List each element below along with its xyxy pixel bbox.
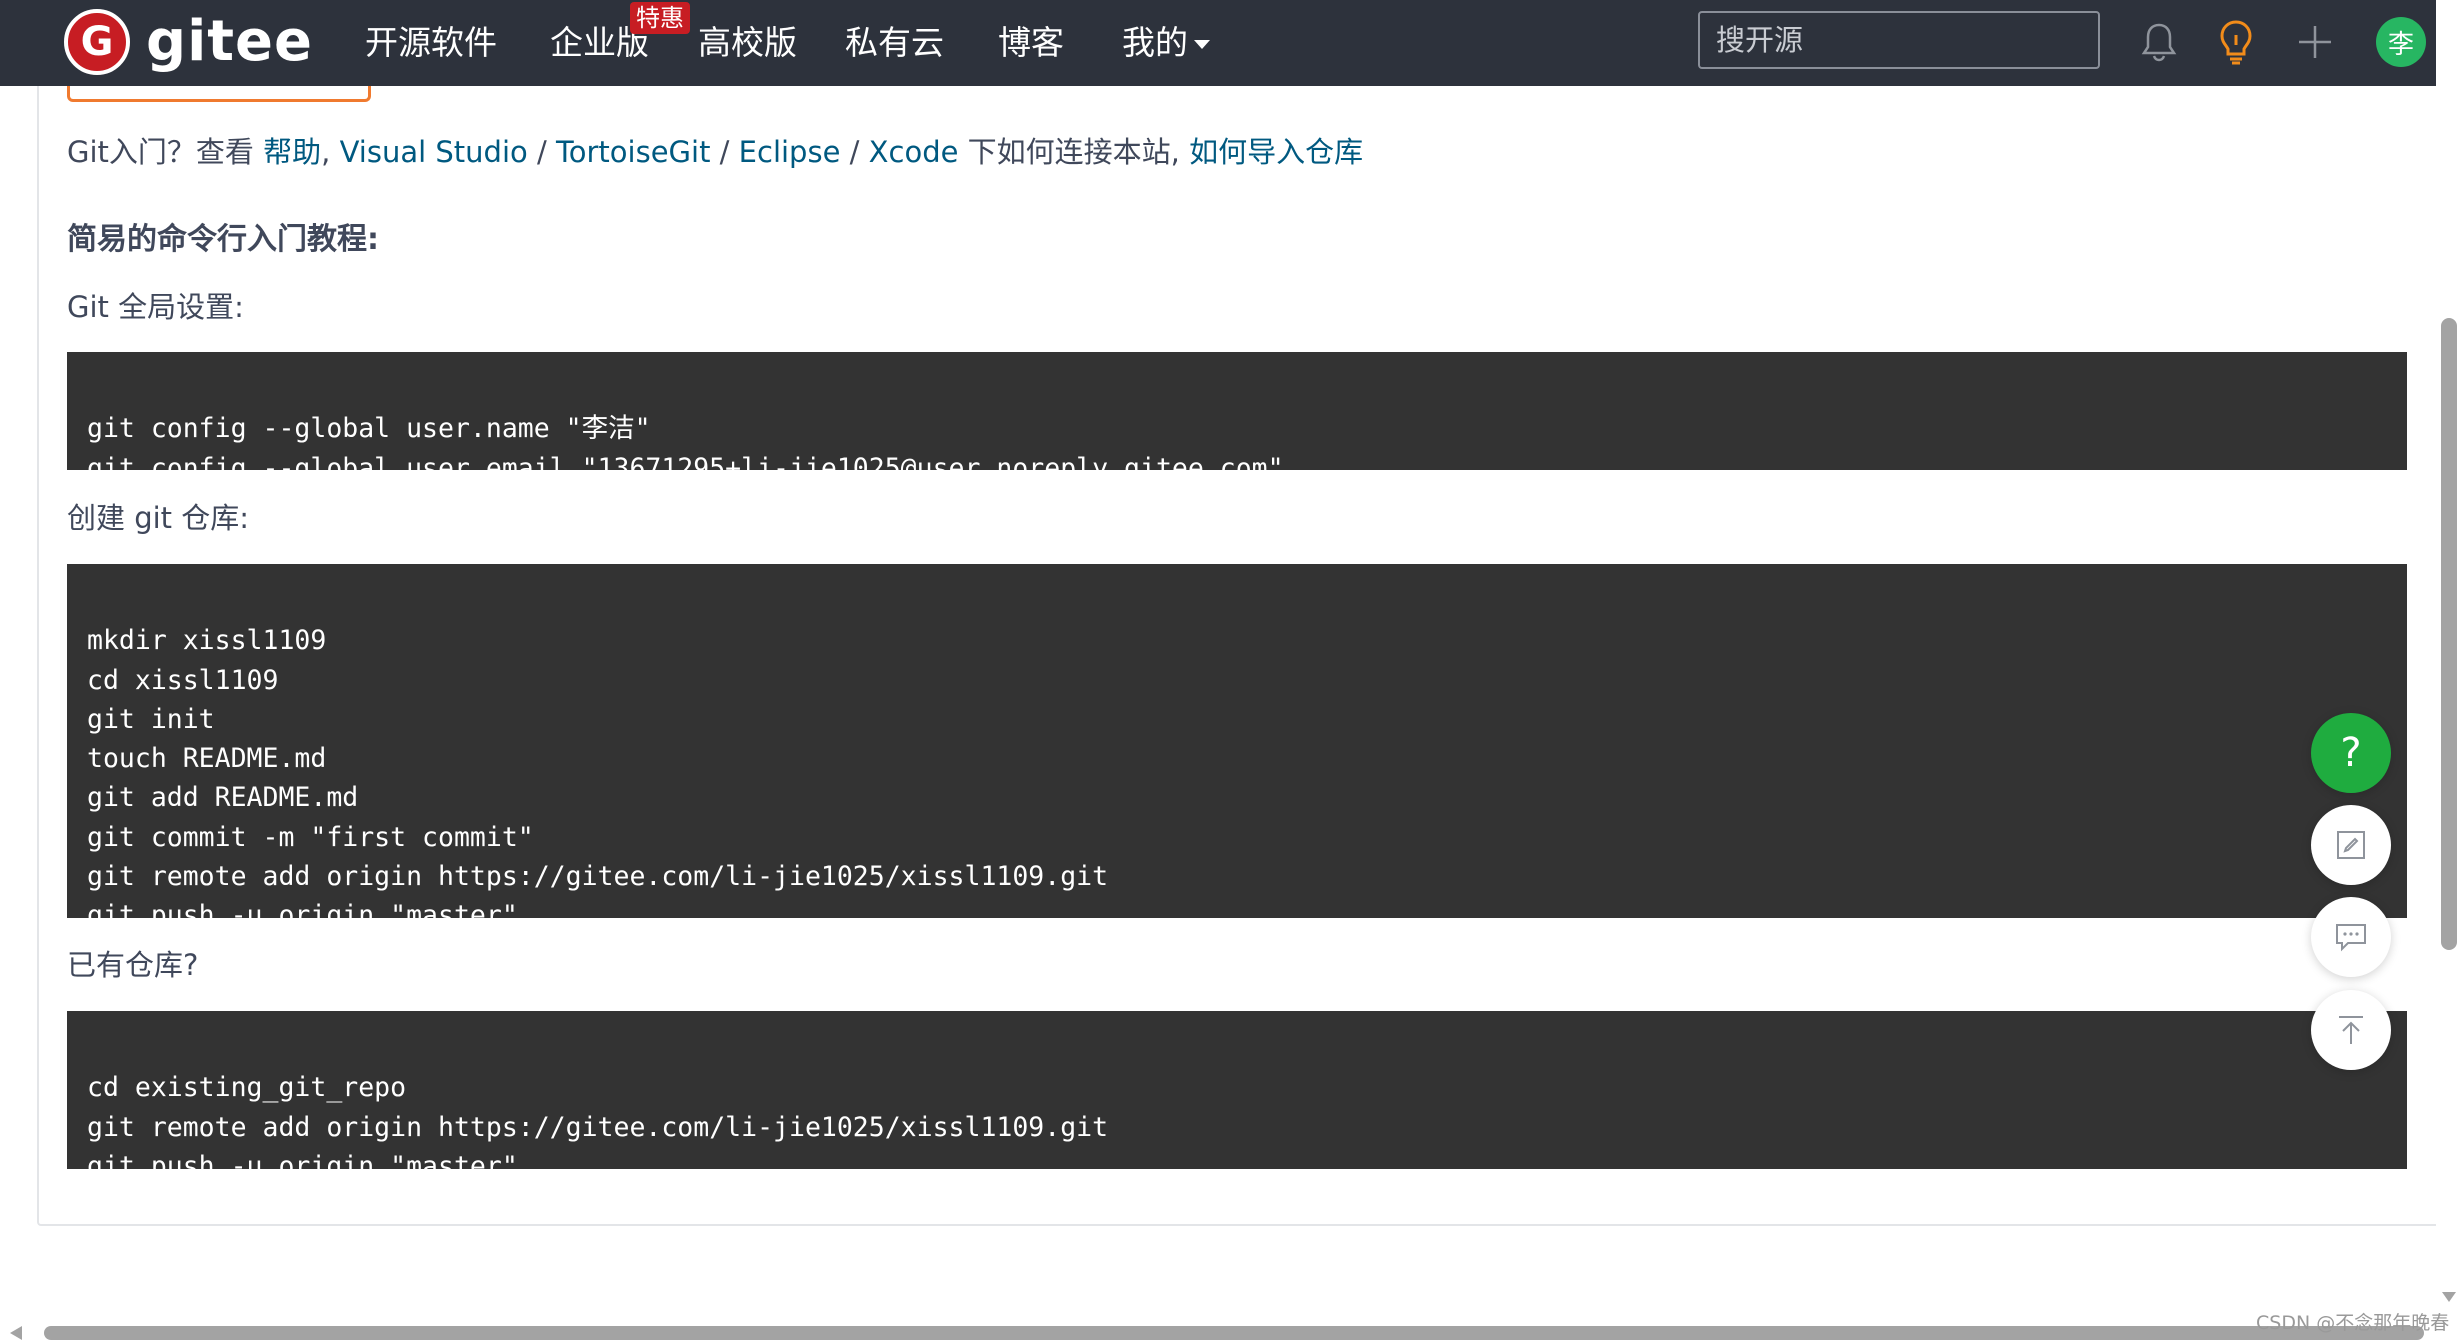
scroll-left-arrow-icon[interactable] xyxy=(8,1326,24,1340)
global-settings-code-block[interactable]: git config --global user.name "李洁" git co… xyxy=(67,352,2407,484)
gitee-logo-icon: G xyxy=(64,9,130,75)
tutorial-heading: 简易的命令行入门教程: xyxy=(67,222,379,257)
code-line: git commit -m "first commit" xyxy=(87,821,534,853)
create-repo-label: 创建 git 仓库: xyxy=(67,501,250,535)
import-repo-link[interactable]: 如何导入仓库 xyxy=(1189,135,1363,169)
code-line: touch README.md xyxy=(87,743,327,775)
existing-repo-label: 已有仓库? xyxy=(67,948,199,982)
nav-open-source[interactable]: 开源软件 xyxy=(365,22,497,64)
intro-prefix: Git入门？查看 xyxy=(67,135,254,169)
lightbulb-icon[interactable] xyxy=(2210,16,2262,68)
code-line: git config --global user.email "13671295… xyxy=(87,452,1284,484)
code-line: cd xissl1109 xyxy=(87,664,279,696)
nav-private-cloud[interactable]: 私有云 xyxy=(845,22,944,64)
chevron-down-icon xyxy=(1194,40,1210,49)
help-button[interactable]: ? xyxy=(2311,713,2391,793)
code-line: git init xyxy=(87,703,215,735)
nav-mine-dropdown[interactable]: 我的 xyxy=(1122,22,1210,64)
help-link[interactable]: 帮助 xyxy=(263,135,321,169)
visual-studio-link[interactable]: Visual Studio xyxy=(340,135,528,169)
separator: / xyxy=(536,135,547,169)
top-navbar: G gitee 开源软件 企业版 特惠 高校版 私有云 博客 我的 搜开源 李 xyxy=(0,0,2436,86)
nav-education[interactable]: 高校版 xyxy=(698,22,797,64)
question-icon: ? xyxy=(2340,730,2362,776)
eclipse-link[interactable]: Eclipse xyxy=(739,135,841,169)
plus-icon[interactable] xyxy=(2289,16,2341,68)
separator: / xyxy=(849,135,860,169)
tortoisegit-link[interactable]: TortoiseGit xyxy=(556,135,710,169)
edit-icon xyxy=(2337,831,2365,859)
gitee-brand-text: gitee xyxy=(146,9,314,74)
code-line: cd existing_git_repo xyxy=(87,1072,407,1104)
bell-icon[interactable] xyxy=(2133,16,2185,68)
nav-mine-label: 我的 xyxy=(1122,23,1188,62)
chat-button[interactable] xyxy=(2311,897,2391,977)
search-input[interactable]: 搜开源 xyxy=(1698,11,2100,69)
code-line: git push -u origin "master" xyxy=(87,900,518,932)
existing-repo-code-block[interactable]: cd existing_git_repogit remote add origi… xyxy=(67,1011,2407,1182)
code-line: git push -u origin "master" xyxy=(87,1150,518,1182)
code-line: git config --global user.name "李洁" xyxy=(87,413,651,445)
arrow-up-icon xyxy=(2339,1016,2363,1044)
separator: / xyxy=(719,135,730,169)
nav-blog[interactable]: 博客 xyxy=(998,22,1064,64)
gitee-logo[interactable]: G gitee xyxy=(64,9,313,75)
code-line: git remote add origin https://gitee.com/… xyxy=(87,861,1109,893)
vertical-scrollbar-thumb[interactable] xyxy=(2441,318,2457,950)
git-intro-line: Git入门？查看 帮助, Visual Studio / TortoiseGit… xyxy=(67,132,1363,172)
code-line: git remote add origin https://gitee.com/… xyxy=(87,1111,1109,1143)
xcode-link[interactable]: Xcode xyxy=(869,135,959,169)
intro-comma: , xyxy=(321,135,331,169)
avatar[interactable]: 李 xyxy=(2376,17,2426,67)
scroll-down-arrow-icon[interactable] xyxy=(2440,1290,2458,1304)
back-to-top-button[interactable] xyxy=(2311,990,2391,1070)
edit-feedback-button[interactable] xyxy=(2311,805,2391,885)
create-repo-code-block[interactable]: mkdir xissl1109 cd xissl1109 git init touch… xyxy=(67,564,2407,931)
intro-middle: 下如何连接本站, xyxy=(967,135,1180,169)
watermark: CSDN @不念那年晚春 xyxy=(2256,1312,2450,1334)
previous-box-edge xyxy=(67,86,371,102)
chat-icon xyxy=(2336,924,2366,952)
horizontal-scrollbar-thumb[interactable] xyxy=(44,1326,2424,1340)
code-line: mkdir xissl1109 xyxy=(87,625,327,657)
enterprise-promo-badge: 特惠 xyxy=(630,2,690,34)
code-line: git add README.md xyxy=(87,782,359,814)
global-settings-label: Git 全局设置: xyxy=(67,290,244,324)
